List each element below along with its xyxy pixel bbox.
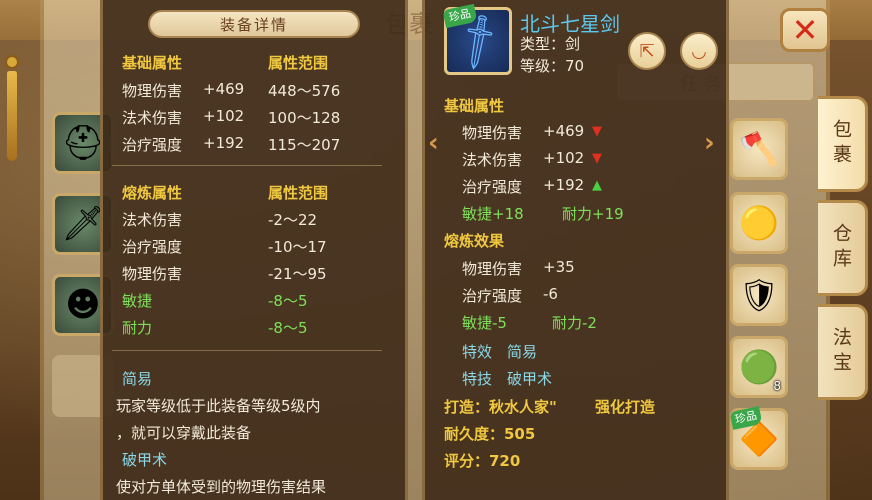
- compare-base-name: 治疗强度: [122, 136, 183, 154]
- compare-skill2-name: 破甲术: [122, 451, 168, 469]
- side-tab-treasure[interactable]: 法宝: [818, 304, 868, 400]
- inventory-slot-orb[interactable]: 🟡: [730, 192, 788, 254]
- helmet-icon: ⛑: [61, 123, 105, 163]
- item-extra-agility: 敏捷+18: [462, 205, 524, 223]
- item-refine-name: 治疗强度: [462, 287, 523, 305]
- item-base-name: 物理伤害: [462, 124, 523, 142]
- compare-refine-range: -10～17: [268, 238, 327, 256]
- compare-skill1-desc: ，就可以穿戴此装备: [116, 424, 252, 442]
- compare-skill1-desc: 玩家等级低于此装备等级5级内: [116, 397, 321, 415]
- compare-refine-name: 物理伤害: [122, 265, 183, 283]
- item-base-value: +469: [543, 122, 585, 140]
- compare-refine-range: -8～5: [268, 319, 308, 337]
- tassel-ornament: [2, 55, 22, 165]
- compare-base-header: 基础属性: [122, 54, 183, 72]
- item-skill-value: 破甲术: [507, 370, 553, 388]
- inventory-slot-axe[interactable]: 🪓: [730, 118, 788, 180]
- share-button[interactable]: ⇱: [628, 32, 666, 70]
- item-maker: 打造：秋水人家": [444, 398, 557, 416]
- compare-skill2-desc: 使对方单体受到的物理伤害结果: [116, 478, 327, 496]
- compare-refine-range: -8～5: [268, 292, 308, 310]
- compare-refine-range-header: 属性范围: [268, 184, 329, 202]
- item-effect-value: 简易: [507, 343, 538, 361]
- sword-icon: 🗡: [61, 204, 105, 244]
- item-base-value: +102: [543, 149, 585, 167]
- item-refine-value: +35: [543, 258, 575, 276]
- item-count: 8: [773, 379, 781, 393]
- divider: [112, 350, 382, 351]
- next-item-arrow[interactable]: ›: [704, 128, 715, 158]
- compare-base-value: +192: [203, 134, 245, 152]
- compare-panel-title: 装备详情: [148, 10, 360, 38]
- stat-down-arrow-icon: ▼: [592, 151, 602, 166]
- item-refine-value: -6: [543, 285, 558, 303]
- item-base-value: +192: [543, 176, 585, 194]
- inventory-slot-armor[interactable]: 🛡: [730, 264, 788, 326]
- item-durability: 耐久度：505: [444, 425, 536, 443]
- item-refine-stamina: 耐力-2: [552, 314, 597, 332]
- share-icon: ⇱: [639, 40, 655, 62]
- item-score: 评分：720: [444, 452, 521, 470]
- item-base-header: 基础属性: [444, 97, 505, 115]
- divider: [112, 165, 382, 166]
- compare-base-range: 100～128: [268, 109, 341, 127]
- compare-refine-name: 敏捷: [122, 292, 153, 310]
- compare-refine-header: 熔炼属性: [122, 184, 183, 202]
- item-type: 类型：剑: [520, 35, 581, 53]
- compare-base-range: 115～207: [268, 136, 341, 154]
- side-tab-bag[interactable]: 包裹: [818, 96, 868, 192]
- compare-base-name: 物理伤害: [122, 82, 183, 100]
- item-refine-agility: 敏捷-5: [462, 314, 507, 332]
- compare-refine-name: 法术伤害: [122, 211, 183, 229]
- compare-refine-name: 治疗强度: [122, 238, 183, 256]
- compare-range-header: 属性范围: [268, 54, 329, 72]
- item-extra-stamina: 耐力+19: [562, 205, 624, 223]
- orb-icon: 🟡: [739, 204, 779, 242]
- compare-refine-name: 耐力: [122, 319, 153, 337]
- item-icon-frame: 珍品 🗡: [442, 3, 512, 75]
- armor-icon: 🛡: [738, 276, 780, 314]
- mask-icon: ☻: [65, 285, 101, 325]
- item-skill-label: 特技: [462, 370, 493, 388]
- axe-icon: 🪓: [739, 130, 779, 168]
- preview-button[interactable]: ◡: [680, 32, 718, 70]
- compare-skill1-name: 简易: [122, 370, 153, 388]
- stat-down-arrow-icon: ▼: [592, 124, 602, 139]
- compare-base-name: 法术伤害: [122, 109, 183, 127]
- compare-base-value: +469: [203, 80, 245, 98]
- close-button[interactable]: ✕: [780, 8, 830, 52]
- item-refine-header: 熔炼效果: [444, 232, 505, 250]
- item-base-name: 法术伤害: [462, 151, 523, 169]
- compare-base-value: +102: [203, 107, 245, 125]
- inventory-slot-crystal[interactable]: 珍品 🔶: [729, 406, 788, 470]
- inventory-slot-jade[interactable]: 🟢 8: [730, 336, 788, 398]
- eye-icon: ◡: [691, 40, 707, 62]
- side-tab-warehouse[interactable]: 仓库: [818, 200, 868, 296]
- compare-refine-range: -2～22: [268, 211, 318, 229]
- item-forge: 强化打造: [595, 398, 656, 416]
- stat-up-arrow-icon: ▲: [592, 178, 602, 193]
- item-base-name: 治疗强度: [462, 178, 523, 196]
- item-refine-name: 物理伤害: [462, 260, 523, 278]
- item-level: 等级：70: [520, 57, 585, 75]
- compare-refine-range: -21～95: [268, 265, 327, 283]
- compare-base-range: 448～576: [268, 82, 341, 100]
- item-effect-label: 特效: [462, 343, 493, 361]
- prev-item-arrow[interactable]: ‹: [428, 128, 439, 158]
- close-icon: ✕: [791, 11, 819, 49]
